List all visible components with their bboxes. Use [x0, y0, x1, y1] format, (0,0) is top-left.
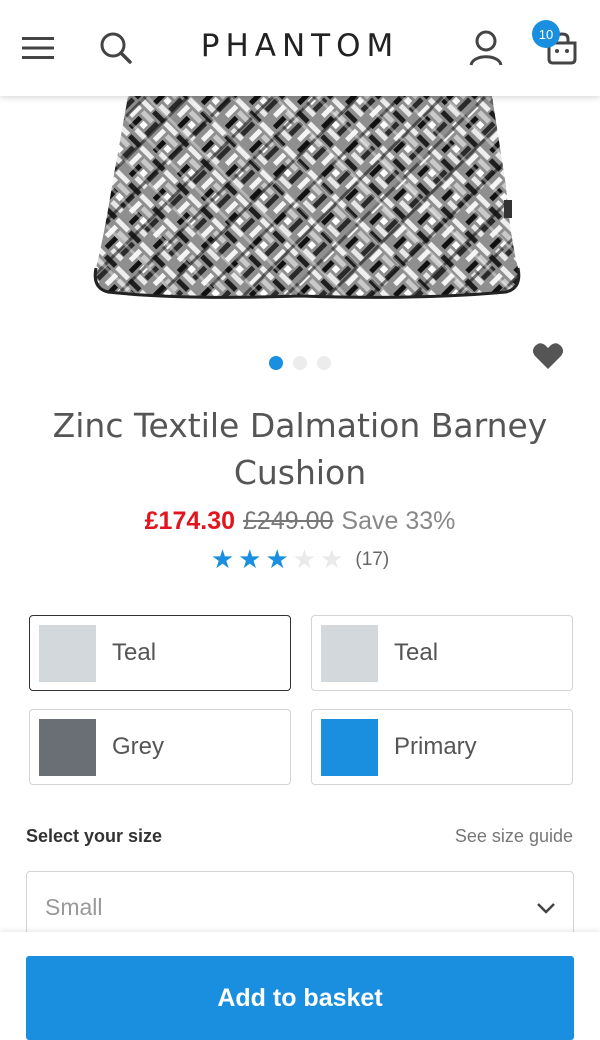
swatch-chip [39, 625, 96, 682]
price-row: £174.30 £249.00 Save 33% [0, 507, 600, 536]
wishlist-heart-icon[interactable] [528, 338, 568, 374]
product-title: Zinc Textile Dalmation Barney Cushion [52, 406, 548, 492]
menu-icon[interactable] [16, 26, 60, 70]
color-swatch-teal-1[interactable]: Teal [29, 615, 291, 691]
swatch-chip [321, 625, 378, 682]
color-swatch-teal-2[interactable]: Teal [311, 615, 573, 691]
image-carousel-dots [0, 356, 600, 370]
swatch-label: Teal [394, 638, 439, 666]
savings-text: Save 33% [341, 507, 456, 535]
chevron-down-icon [537, 903, 555, 914]
sticky-footer: Add to basket [0, 932, 600, 1040]
product-rating[interactable]: ★ ★ ★ ★ ★ (17) [0, 546, 600, 574]
star-icon: ★ [210, 545, 235, 575]
star-icon: ★ [238, 545, 262, 575]
site-logo[interactable]: PHANTOM [150, 28, 450, 64]
basket-icon[interactable]: 10 [532, 20, 584, 70]
basket-count-badge: 10 [532, 20, 560, 48]
color-swatch-grey[interactable]: Grey [29, 709, 291, 785]
account-icon[interactable] [464, 26, 508, 70]
site-header: PHANTOM 10 [0, 0, 600, 96]
carousel-dot-3[interactable] [317, 356, 331, 370]
swatch-label: Primary [394, 732, 477, 760]
star-icon: ★ [292, 545, 317, 575]
star-icon: ★ [320, 545, 344, 575]
swatch-chip [39, 719, 96, 776]
color-swatch-primary[interactable]: Primary [311, 709, 573, 785]
current-price: £174.30 [144, 507, 236, 535]
size-guide-link[interactable]: See size guide [455, 826, 573, 847]
size-select-value: Small [45, 894, 103, 920]
original-price: £249.00 [243, 507, 334, 535]
product-image[interactable] [0, 96, 600, 326]
review-count[interactable]: (17) [355, 549, 389, 571]
swatch-chip [321, 719, 378, 776]
swatch-label: Grey [112, 732, 165, 760]
search-icon[interactable] [94, 26, 138, 70]
carousel-dot-1[interactable] [269, 356, 283, 370]
carousel-dot-2[interactable] [293, 356, 307, 370]
size-label: Select your size [26, 826, 163, 846]
add-to-basket-button[interactable]: Add to basket [26, 956, 574, 1040]
swatch-label: Teal [112, 638, 157, 666]
star-icon: ★ [265, 545, 289, 575]
